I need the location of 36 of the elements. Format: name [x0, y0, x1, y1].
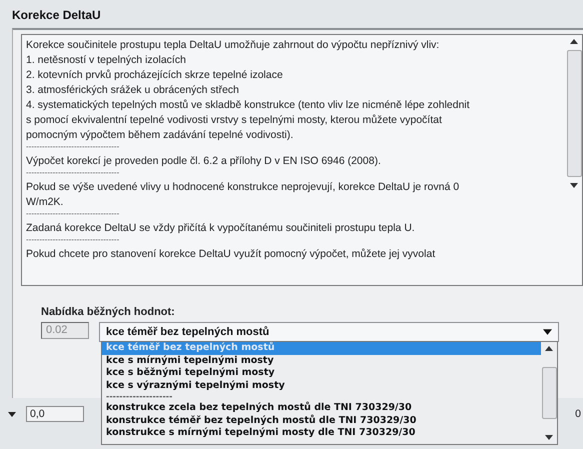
- dashed-separator: -----------------------------------: [26, 236, 120, 244]
- preset-dropdown[interactable]: kce téměř bez tepelných mostů: [99, 322, 559, 342]
- info-text-line: 3. atmosférických srážek u obrácených střech: [26, 83, 240, 98]
- dashed-separator: -----------------------------------: [26, 169, 120, 177]
- info-text-line: 1. netěsností v tepelných izolacích: [26, 53, 187, 68]
- scroll-down-icon[interactable]: [570, 183, 578, 188]
- scroll-up-icon[interactable]: [545, 346, 553, 351]
- scroll-up-icon[interactable]: [570, 39, 578, 44]
- caret-icon[interactable]: [543, 329, 552, 335]
- dashed-separator: -----------------------------------: [26, 210, 120, 218]
- dashed-separator: -----------------------------------: [26, 143, 120, 151]
- scrollbar-thumb[interactable]: [566, 50, 582, 177]
- info-text-line: W/m2K.: [26, 195, 64, 210]
- info-text-line: 2. kotevních prvků procházejících skrze tepelné izolace: [26, 68, 284, 83]
- caret-icon[interactable]: [8, 412, 16, 416]
- scroll-down-icon[interactable]: [545, 435, 553, 440]
- dropdown-option[interactable]: konstrukce téměř bez tepelných mostů dle TNI 730329/30: [102, 414, 541, 427]
- dropdown-option[interactable]: konstrukce s mírnými tepelnými mosty dle TNI 730329/30: [102, 427, 541, 440]
- info-text-line: 4. systematických tepelných mostů ve skladbě konstrukce (tento vliv lze nicméně lépe zohlednit: [26, 98, 471, 113]
- dropdown-option[interactable]: konstrukce zcela bez tepelných mostů dle TNI 730329/30: [102, 402, 541, 414]
- dropdown-option[interactable]: kce s výraznými tepelnými mosty: [102, 380, 541, 392]
- scrollbar-thumb[interactable]: [542, 367, 556, 419]
- info-text-line: pomocným výpočtem během zadávání tepelné vodivosti).: [26, 128, 294, 143]
- offer-label: Nabídka běžných hodnot:: [41, 306, 176, 318]
- info-text-line: s pomocí ekvivalentní tepelné vodivosti vrstvy s tepelnými mosty, kterou můžete vypočítat: [26, 113, 443, 128]
- info-text-line: Zadaná korekce DeltaU se vždy přičítá k vypočítanému součiniteli prostupu tepla U.: [26, 221, 416, 236]
- dropdown-option[interactable]: kce s mírnými tepelnými mosty: [102, 354, 541, 367]
- dialog-title: Korekce DeltaU: [11, 7, 102, 24]
- info-text-line: Pokud se výše uvedené vlivy u hodnocené konstrukce neprojevují, korekce DeltaU je rovná 0: [26, 180, 460, 195]
- info-text-line: Výpočet korekcí je proveden podle čl. 6.2 a přílohy D v EN ISO 6946 (2008).: [26, 154, 382, 169]
- info-text-line: Korekce součinitele prostupu tepla DeltaU umožňuje zahrnout do výpočtu nepříznivý vliv:: [26, 38, 440, 53]
- info-text-line: Pokud chcete pro stanovení korekce DeltaU využít pomocný výpočet, můžete jej vyvolat: [26, 247, 436, 262]
- dashed-separator: --------------------: [105, 392, 174, 402]
- value-text: 0: [575, 408, 582, 420]
- dropdown-option[interactable]: kce s běžnými tepelnými mosty: [102, 367, 541, 380]
- value-field[interactable]: 0,0: [26, 406, 84, 422]
